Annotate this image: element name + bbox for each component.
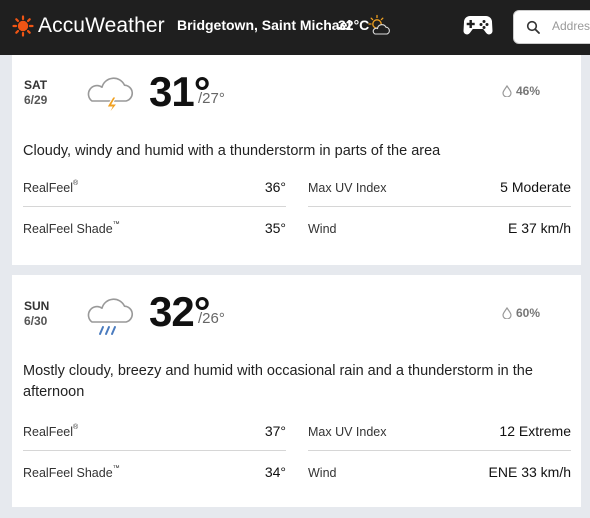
max-uv-index-label: Max UV Index [308, 425, 387, 439]
realfeel-row: RealFeel® 37° [23, 415, 286, 451]
top-navigation-bar: AccuWeather Bridgetown, Saint Michael 32… [0, 0, 590, 55]
day-of-week: SUN [24, 299, 50, 313]
daily-forecast-card[interactable]: SAT 6/29 31° /27° 46% Cloudy, windy and … [12, 55, 581, 265]
realfeel-shade-label: RealFeel Shade™ [23, 221, 120, 236]
wind-row: Wind ENE 33 km/h [308, 456, 571, 492]
brand-name: AccuWeather [38, 14, 165, 37]
low-temperature: /27° [198, 90, 225, 107]
realfeel-row: RealFeel® 36° [23, 171, 286, 207]
accuweather-logo[interactable]: AccuWeather [12, 14, 165, 38]
precipitation-probability: 60% [502, 306, 540, 320]
location-name[interactable]: Bridgetown, Saint Michael [177, 17, 351, 33]
realfeel-shade-value: 34° [264, 464, 286, 480]
max-uv-index-row: Max UV Index 5 Moderate [308, 171, 571, 207]
realfeel-shade-row: RealFeel Shade™ 35° [23, 212, 286, 248]
day-date: 6/30 [24, 314, 48, 328]
realfeel-shade-label: RealFeel Shade™ [23, 465, 120, 480]
raindrop-icon [502, 307, 512, 319]
gamepad-icon[interactable] [463, 13, 493, 37]
precipitation-probability: 46% [502, 84, 540, 98]
day-of-week: SAT [24, 78, 48, 92]
wind-value: ENE 33 km/h [488, 464, 571, 480]
wind-row: Wind E 37 km/h [308, 212, 571, 248]
forecast-phrase: Cloudy, windy and humid with a thunderst… [23, 143, 441, 159]
realfeel-value: 36° [264, 179, 286, 195]
raindrop-icon [502, 85, 512, 97]
current-temperature[interactable]: 32°C [338, 17, 369, 33]
daily-forecast-card[interactable]: SUN 6/30 32° /26° 60% Mostly cloudy, bre… [12, 275, 581, 507]
partly-sunny-icon [368, 14, 390, 35]
trademark-mark: ™ [112, 465, 120, 472]
max-uv-index-value: 5 Moderate [500, 179, 571, 195]
max-uv-index-row: Max UV Index 12 Extreme [308, 415, 571, 451]
wind-value: E 37 km/h [507, 220, 571, 236]
registered-mark: ® [73, 424, 79, 431]
precipitation-value: 60% [516, 306, 541, 320]
realfeel-shade-row: RealFeel Shade™ 34° [23, 456, 286, 492]
precipitation-value: 46% [516, 84, 541, 98]
wind-label: Wind [308, 222, 337, 236]
registered-mark: ® [73, 180, 79, 187]
trademark-mark: ™ [112, 221, 120, 228]
max-uv-index-value: 12 Extreme [499, 423, 571, 439]
realfeel-label: RealFeel® [23, 424, 79, 439]
wind-label: Wind [308, 466, 337, 480]
forecast-phrase: Mostly cloudy, breezy and humid with occ… [23, 363, 533, 400]
thunderstorm-icon [87, 77, 134, 116]
realfeel-shade-value: 35° [264, 220, 286, 236]
search-input[interactable] [552, 19, 590, 33]
search-icon[interactable] [526, 20, 540, 34]
low-temperature: /26° [198, 310, 225, 327]
max-uv-index-label: Max UV Index [308, 181, 387, 195]
search-box[interactable] [513, 10, 590, 44]
sun-logo-icon [12, 15, 34, 37]
realfeel-value: 37° [264, 423, 286, 439]
day-date: 6/29 [24, 93, 48, 107]
rain-icon [87, 298, 134, 335]
realfeel-label: RealFeel® [23, 180, 79, 195]
